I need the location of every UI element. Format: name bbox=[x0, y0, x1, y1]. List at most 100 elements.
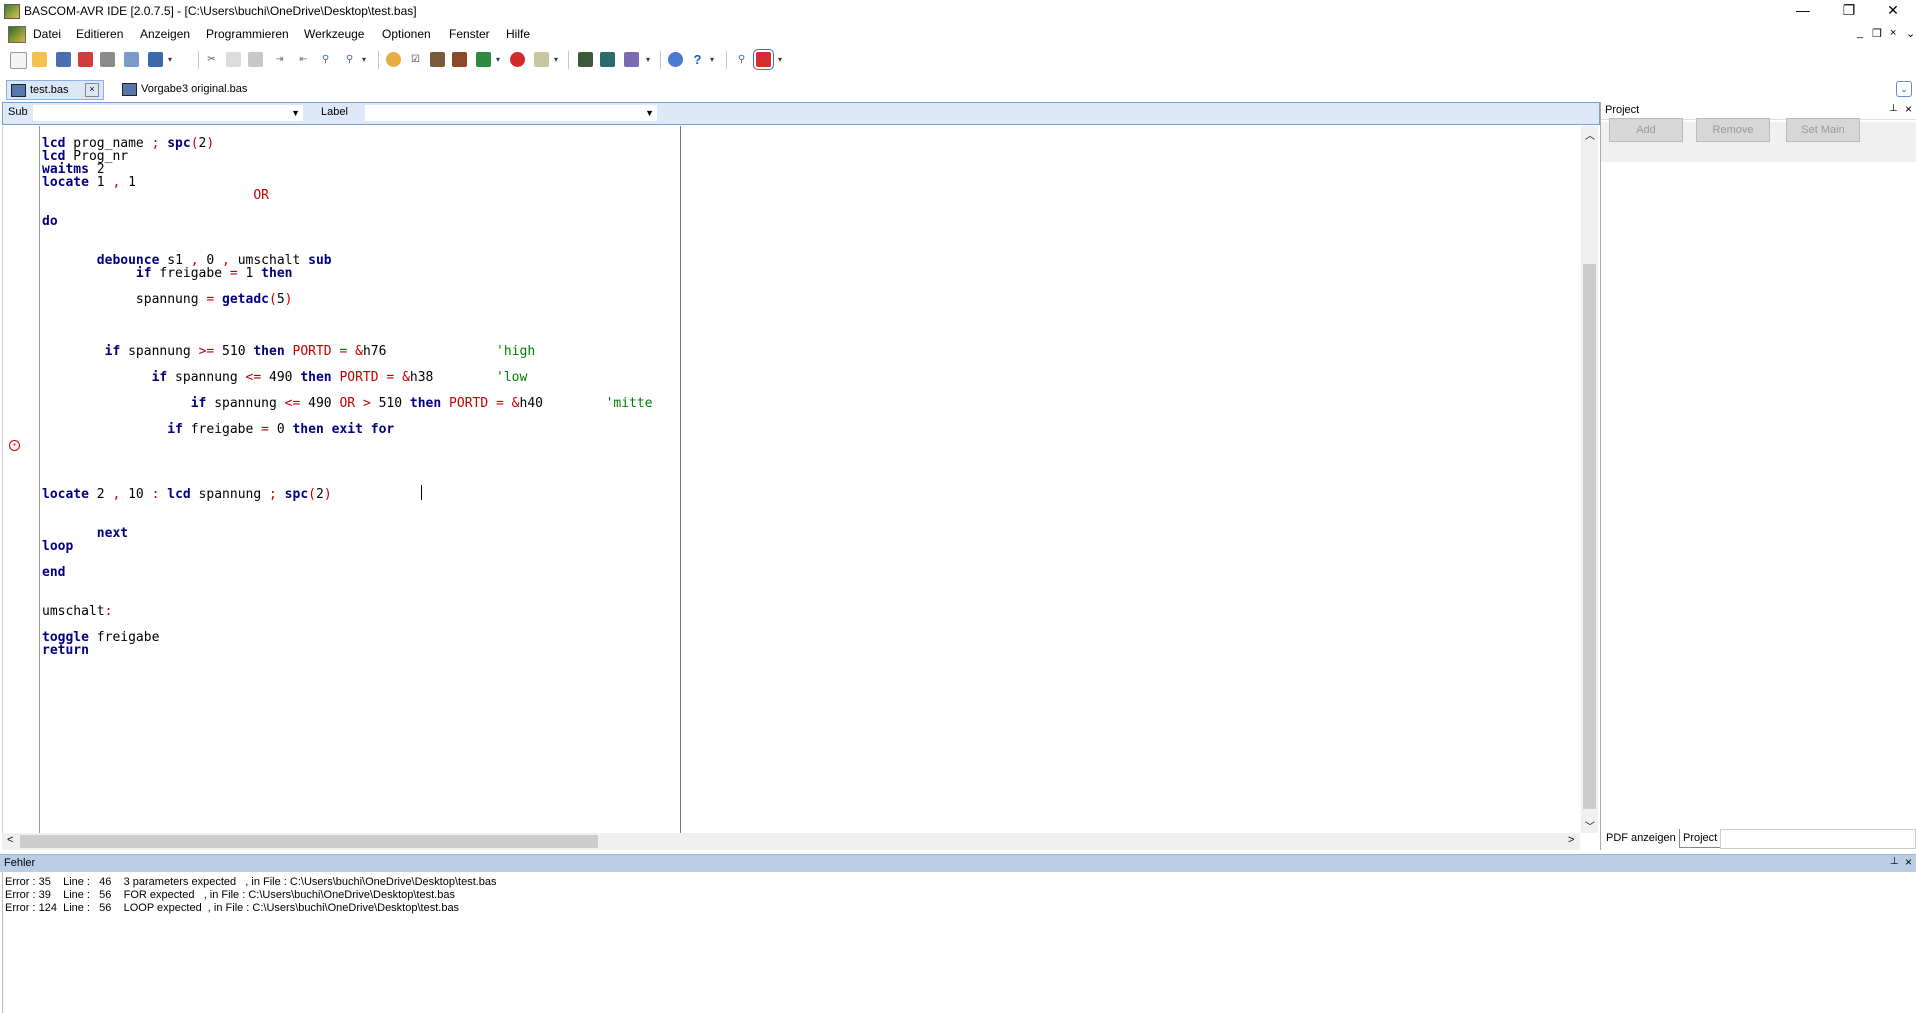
stop-icon[interactable] bbox=[510, 52, 525, 67]
close-button[interactable]: ✕ bbox=[1870, 0, 1916, 22]
save-icon[interactable] bbox=[56, 52, 71, 67]
lcd-designer-icon[interactable] bbox=[578, 52, 593, 67]
restore-button[interactable]: ❐ bbox=[1826, 0, 1872, 22]
code-editor[interactable]: • lcd prog_name ; spc(2) lcd Prog_nr waitm… bbox=[2, 126, 1581, 833]
scroll-left-icon[interactable]: < bbox=[7, 834, 13, 846]
new-file-icon[interactable] bbox=[10, 52, 27, 69]
menu-werkzeuge[interactable]: Werkzeuge bbox=[304, 27, 364, 41]
code-line[interactable]: if freigabe = 1 then bbox=[42, 267, 293, 280]
menu-programmieren[interactable]: Programmieren bbox=[206, 27, 289, 41]
menu-fenster[interactable]: Fenster bbox=[449, 27, 490, 41]
dropdown-arrow-icon[interactable]: ▾ bbox=[552, 52, 560, 67]
code-line[interactable]: do bbox=[42, 215, 58, 228]
code-line[interactable]: return bbox=[42, 644, 89, 657]
error-line[interactable]: Error : 124 Line : 56 LOOP expected , in… bbox=[5, 902, 459, 914]
mdi-minimize-button[interactable]: _ bbox=[1857, 27, 1863, 39]
label-dropdown[interactable]: ▼ bbox=[365, 105, 657, 121]
info-icon[interactable] bbox=[668, 52, 683, 67]
dropdown-arrow-icon[interactable]: ▾ bbox=[166, 52, 174, 67]
dropdown-arrow-icon[interactable]: ▾ bbox=[708, 52, 716, 67]
dropdown-arrow-icon[interactable]: ▾ bbox=[776, 52, 784, 67]
find-icon[interactable]: ⚲ bbox=[318, 52, 333, 67]
syntax-check-icon[interactable]: ☑ bbox=[408, 52, 423, 67]
remove-button[interactable]: Remove bbox=[1696, 118, 1770, 142]
compile-icon[interactable] bbox=[386, 52, 401, 67]
split-pane[interactable] bbox=[681, 126, 1581, 833]
graphic-converter-icon[interactable] bbox=[600, 52, 615, 67]
code-token: ) bbox=[206, 136, 215, 151]
code-line[interactable]: if freigabe = 0 then exit for bbox=[42, 423, 394, 436]
code-token: freigabe bbox=[88, 630, 160, 645]
open-icon[interactable] bbox=[32, 52, 47, 67]
copy-icon[interactable] bbox=[226, 52, 241, 67]
mdi-restore-button[interactable]: ❐ bbox=[1872, 27, 1882, 40]
menu-datei[interactable]: Datei bbox=[33, 27, 61, 41]
code-line[interactable]: if spannung <= 490 OR > 510 then PORTD =… bbox=[42, 397, 653, 410]
tab-pdf-anzeigen[interactable]: PDF anzeigen bbox=[1606, 829, 1676, 847]
menu-editieren[interactable]: Editieren bbox=[76, 27, 123, 41]
code-token: umschalt bbox=[42, 604, 105, 619]
scroll-up-icon[interactable]: ︿ bbox=[1585, 127, 1595, 142]
set-main-button[interactable]: Set Main bbox=[1786, 118, 1860, 142]
close-tab-icon[interactable]: × bbox=[85, 83, 99, 97]
tab-vorgabe3[interactable]: Vorgabe3 original.bas bbox=[120, 80, 247, 98]
scroll-right-icon[interactable]: > bbox=[1568, 834, 1574, 846]
tab-test-bas[interactable]: test.bas × bbox=[6, 80, 104, 100]
terminal-icon[interactable] bbox=[476, 52, 491, 67]
sub-dropdown[interactable]: ▼ bbox=[33, 105, 303, 121]
programmer-icon[interactable] bbox=[452, 52, 467, 67]
pin-icon[interactable]: ⊥ bbox=[1889, 103, 1898, 114]
code-line[interactable]: if spannung <= 490 then PORTD = &h38 'lo… bbox=[42, 371, 528, 384]
code-line[interactable]: if spannung >= 510 then PORTD = &h76 'hi… bbox=[42, 345, 536, 358]
indent-icon[interactable]: ⇥ bbox=[272, 52, 287, 67]
code-token: : bbox=[104, 604, 113, 619]
close-panel-icon[interactable]: × bbox=[1905, 855, 1912, 869]
dropdown-arrow-icon[interactable]: ▾ bbox=[644, 52, 652, 67]
scrollbar-thumb[interactable] bbox=[1583, 264, 1596, 809]
menu-bar: Datei Editieren Anzeigen Programmieren W… bbox=[0, 24, 1916, 44]
pin-icon[interactable]: ⊥ bbox=[1890, 856, 1899, 867]
error-line[interactable]: Error : 35 Line : 46 3 parameters expect… bbox=[5, 876, 497, 888]
code-line[interactable]: loop bbox=[42, 540, 73, 553]
library-icon[interactable] bbox=[624, 52, 639, 67]
send-icon[interactable] bbox=[148, 52, 163, 67]
code-line[interactable]: umschalt: bbox=[42, 605, 112, 618]
close-file-icon[interactable] bbox=[78, 52, 93, 67]
find-next-icon[interactable]: ⚲ bbox=[342, 52, 357, 67]
tab-list-icon[interactable]: ⌄ bbox=[1896, 81, 1912, 97]
menu-optionen[interactable]: Optionen bbox=[382, 27, 431, 41]
close-panel-icon[interactable]: × bbox=[1905, 102, 1912, 116]
menu-anzeigen[interactable]: Anzeigen bbox=[140, 27, 190, 41]
scrollbar-thumb[interactable] bbox=[20, 835, 598, 848]
print-preview-icon[interactable] bbox=[124, 52, 139, 67]
help-icon[interactable]: ? bbox=[690, 52, 705, 67]
editor-gutter[interactable]: • bbox=[3, 126, 40, 833]
code-line[interactable]: spannung = getadc(5) bbox=[42, 293, 293, 306]
horizontal-scrollbar[interactable]: < > bbox=[2, 833, 1580, 850]
simulator-icon[interactable] bbox=[430, 52, 445, 67]
add-button[interactable]: Add bbox=[1609, 118, 1683, 142]
tab-project[interactable]: Project bbox=[1679, 829, 1722, 848]
pdf-search-icon[interactable]: ⚲ bbox=[734, 52, 749, 67]
vertical-scrollbar[interactable]: ︿ ﹀ bbox=[1581, 126, 1598, 833]
menu-hilfe[interactable]: Hilfe bbox=[506, 27, 530, 41]
dropdown-arrow-icon[interactable]: ▾ bbox=[494, 52, 502, 67]
code-line[interactable]: locate 2 , 10 : lcd spannung ; spc(2) bbox=[42, 488, 332, 501]
pdf-icon[interactable] bbox=[753, 49, 774, 70]
mdi-menu-arrow[interactable]: ⌄ bbox=[1906, 27, 1915, 40]
document-icon[interactable] bbox=[8, 26, 26, 43]
outdent-icon[interactable]: ⇤ bbox=[296, 52, 311, 67]
chip-icon[interactable] bbox=[534, 52, 549, 67]
scroll-down-icon[interactable]: ﹀ bbox=[1585, 818, 1595, 833]
dropdown-arrow-icon[interactable]: ▾ bbox=[360, 52, 368, 67]
code-token: <= bbox=[284, 396, 301, 411]
code-line[interactable]: OR bbox=[42, 189, 269, 202]
code-line[interactable]: end bbox=[42, 566, 65, 579]
code-pane[interactable]: lcd prog_name ; spc(2) lcd Prog_nr waitms … bbox=[40, 126, 681, 833]
mdi-close-button[interactable]: × bbox=[1890, 27, 1896, 39]
paste-icon[interactable] bbox=[248, 52, 263, 67]
print-icon[interactable] bbox=[100, 52, 115, 67]
error-line[interactable]: Error : 39 Line : 56 FOR expected , in F… bbox=[5, 889, 455, 901]
minimize-button[interactable]: — bbox=[1780, 0, 1826, 22]
cut-icon[interactable]: ✂ bbox=[204, 52, 219, 67]
